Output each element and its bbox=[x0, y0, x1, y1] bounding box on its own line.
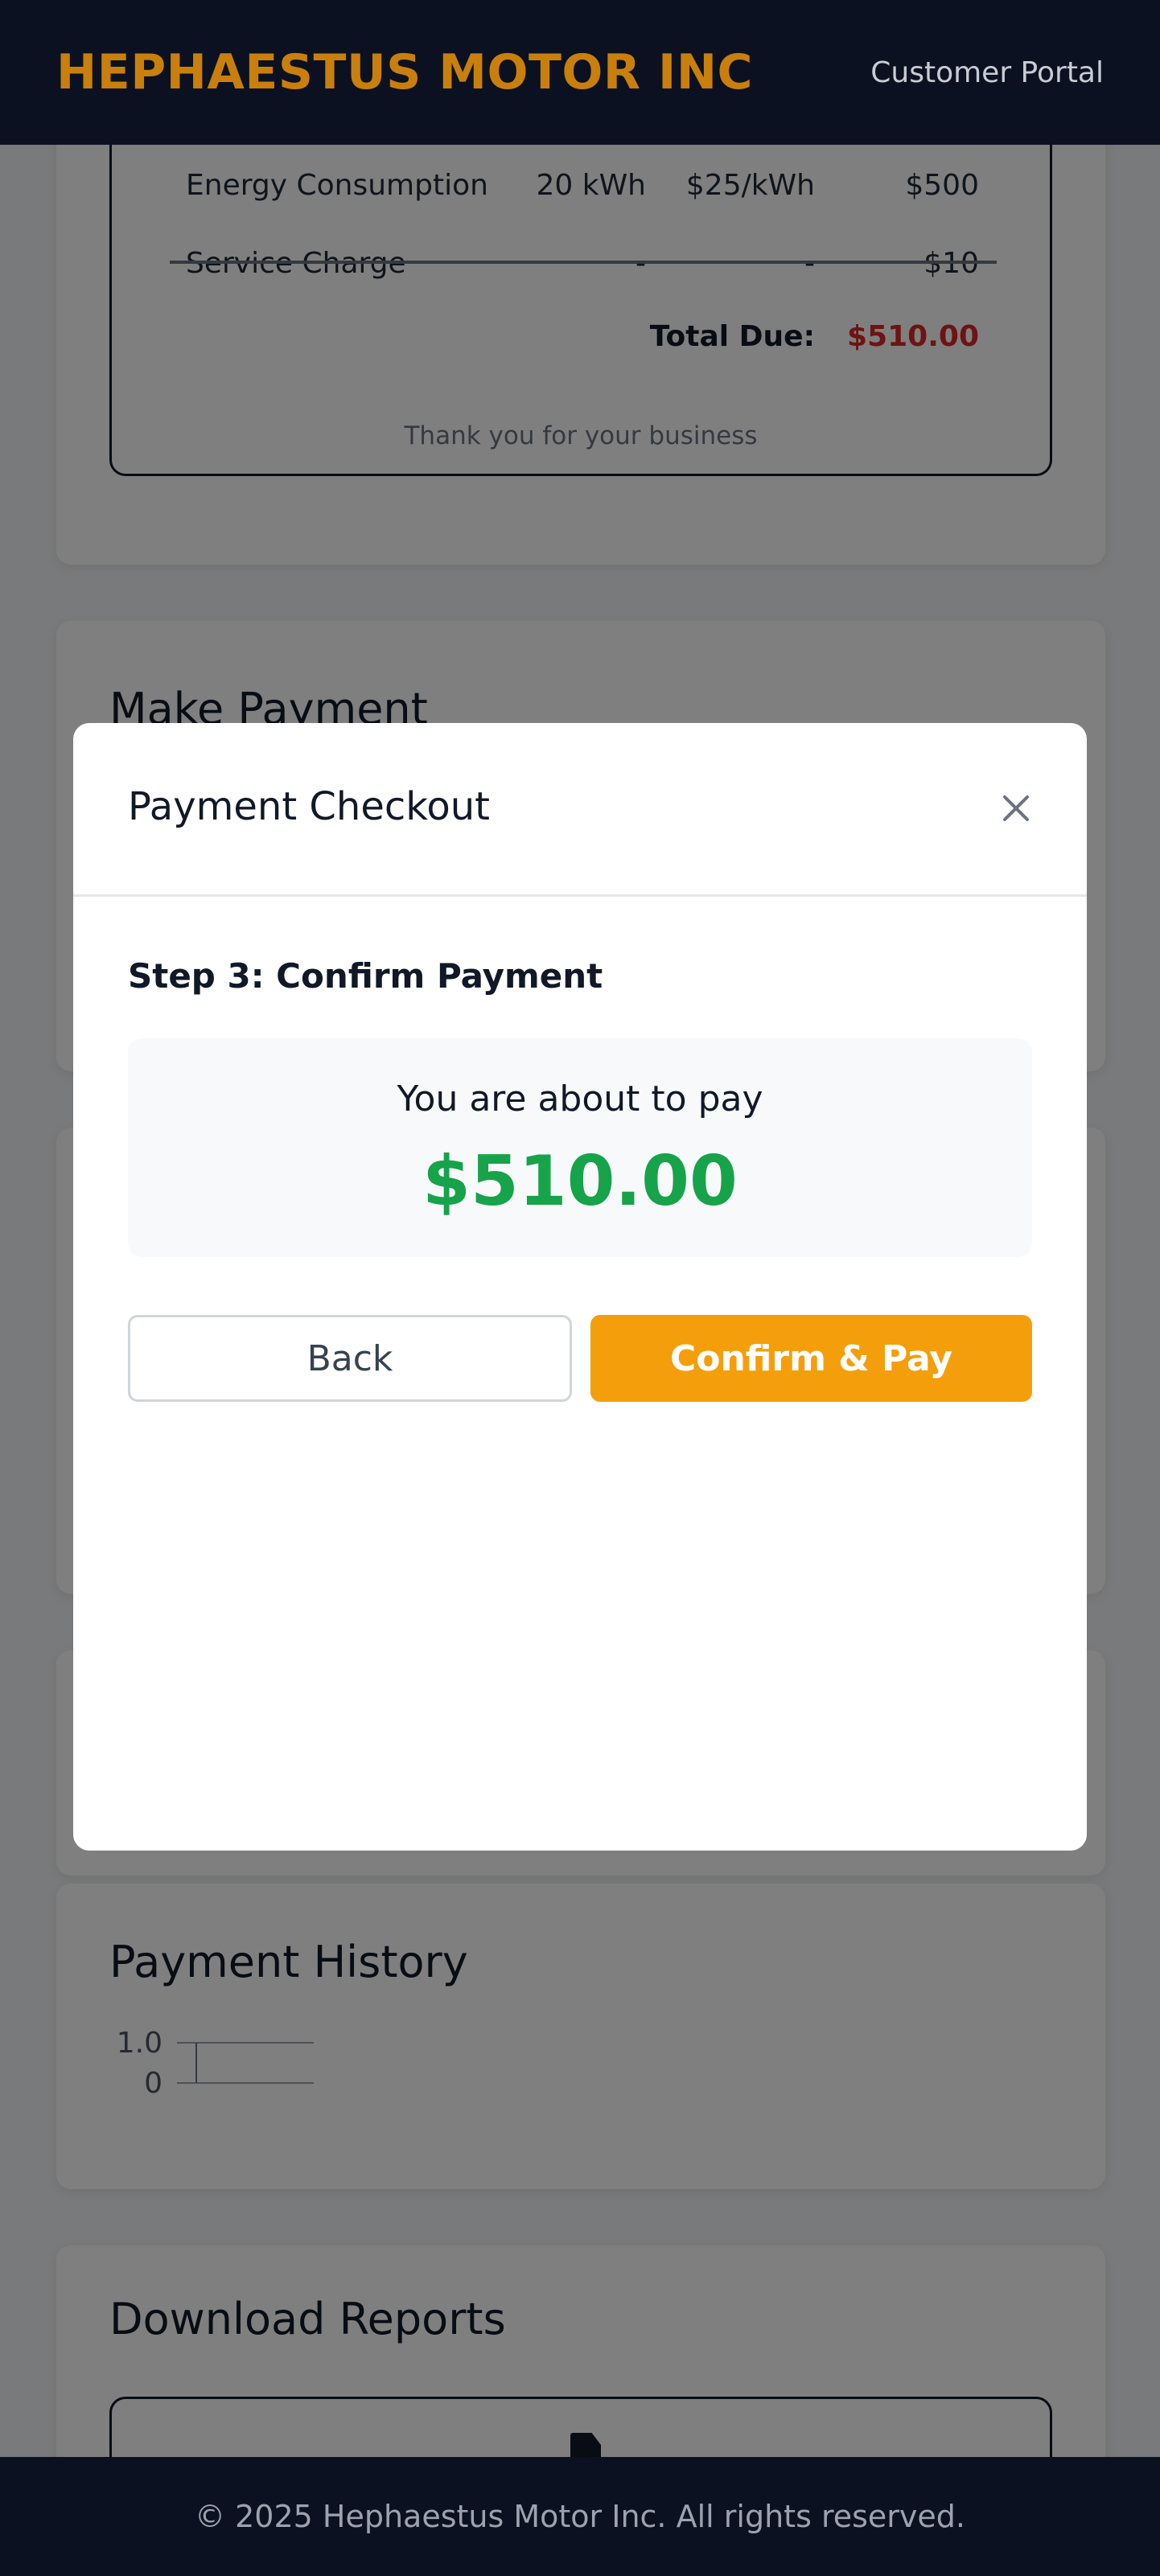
back-button[interactable]: Back bbox=[128, 1315, 572, 1402]
payment-checkout-modal: Payment Checkout Step 3: Confirm Payment… bbox=[73, 723, 1087, 1851]
payment-amount: $510.00 bbox=[422, 1141, 738, 1222]
brand-logo-text[interactable]: HEPHAESTUS MOTOR INC bbox=[56, 44, 753, 101]
payment-summary: You are about to pay $510.00 bbox=[128, 1038, 1032, 1257]
payment-summary-text: You are about to pay bbox=[397, 1078, 763, 1120]
customer-portal-link[interactable]: Customer Portal bbox=[870, 56, 1104, 89]
copyright-text: © 2025 Hephaestus Motor Inc. All rights … bbox=[195, 2499, 965, 2534]
modal-header: Payment Checkout bbox=[73, 723, 1087, 897]
top-navbar: HEPHAESTUS MOTOR INC Customer Portal bbox=[0, 0, 1160, 145]
confirm-pay-button[interactable]: Confirm & Pay bbox=[590, 1315, 1032, 1402]
modal-title: Payment Checkout bbox=[128, 784, 490, 829]
close-icon[interactable] bbox=[1000, 792, 1032, 824]
page-footer: © 2025 Hephaestus Motor Inc. All rights … bbox=[0, 2457, 1160, 2576]
step-title: Step 3: Confirm Payment bbox=[128, 956, 603, 996]
